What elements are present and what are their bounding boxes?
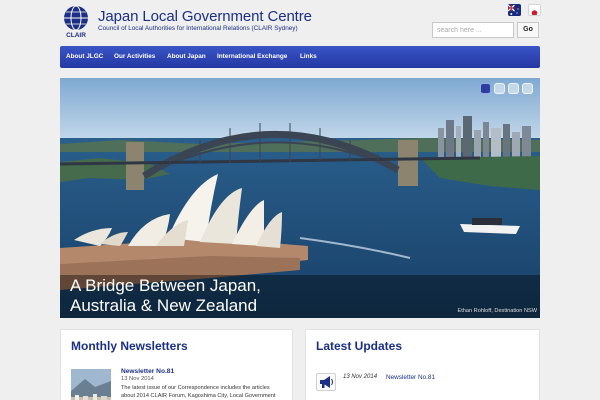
- slide-dot-1[interactable]: [480, 83, 491, 94]
- australia-flag-icon[interactable]: [508, 4, 521, 16]
- monthly-newsletters-panel: Monthly Newsletters Newsletter No.81 13 …: [60, 329, 293, 400]
- main-nav: About JLGC Our Activities About Japan In…: [60, 46, 540, 68]
- update-date: 13 Nov 2014: [343, 374, 378, 380]
- updates-heading: Latest Updates: [316, 339, 403, 353]
- nav-item-our-activities[interactable]: Our Activities: [114, 46, 155, 68]
- latest-updates-panel: Latest Updates 13 Nov 2014 Newsletter No…: [305, 329, 540, 400]
- japan-flag-icon[interactable]: [528, 4, 541, 16]
- site-title[interactable]: Japan Local Government Centre: [98, 8, 312, 25]
- newsletter-date: 13 Nov 2014: [121, 376, 154, 382]
- nav-item-links[interactable]: Links: [300, 46, 317, 68]
- nav-item-about-japan[interactable]: About Japan: [167, 46, 206, 68]
- slide-dot-2[interactable]: [494, 83, 505, 94]
- site-subtitle: Council of Local Authorities for Interna…: [98, 25, 298, 32]
- newsletter-summary: The latest issue of our Correspondence i…: [121, 385, 276, 399]
- search-input[interactable]: [432, 22, 514, 38]
- nav-item-international-exchange[interactable]: International Exchange: [217, 46, 287, 68]
- newsletter-thumbnail[interactable]: [71, 369, 111, 400]
- clair-logo[interactable]: CLAIR: [59, 5, 93, 39]
- logo-text: CLAIR: [66, 32, 86, 39]
- hero-caption[interactable]: A Bridge Between Japan, Australia & New …: [70, 276, 300, 316]
- search-go-button[interactable]: Go: [517, 22, 539, 38]
- nav-item-about-jlgc[interactable]: About JLGC: [66, 46, 103, 68]
- photo-credit: Ethan Rohloff, Destination NSW: [457, 308, 538, 314]
- slide-dot-4[interactable]: [522, 83, 533, 94]
- site-header: CLAIR Japan Local Government Centre Coun…: [0, 0, 600, 45]
- slide-dot-3[interactable]: [508, 83, 519, 94]
- newsletter-title-link[interactable]: Newsletter No.81: [121, 368, 174, 375]
- hero-slider[interactable]: A Bridge Between Japan, Australia & New …: [60, 78, 540, 318]
- update-title-link[interactable]: Newsletter No.81: [386, 374, 435, 381]
- newsletters-heading: Monthly Newsletters: [71, 339, 188, 353]
- megaphone-icon: [316, 373, 336, 391]
